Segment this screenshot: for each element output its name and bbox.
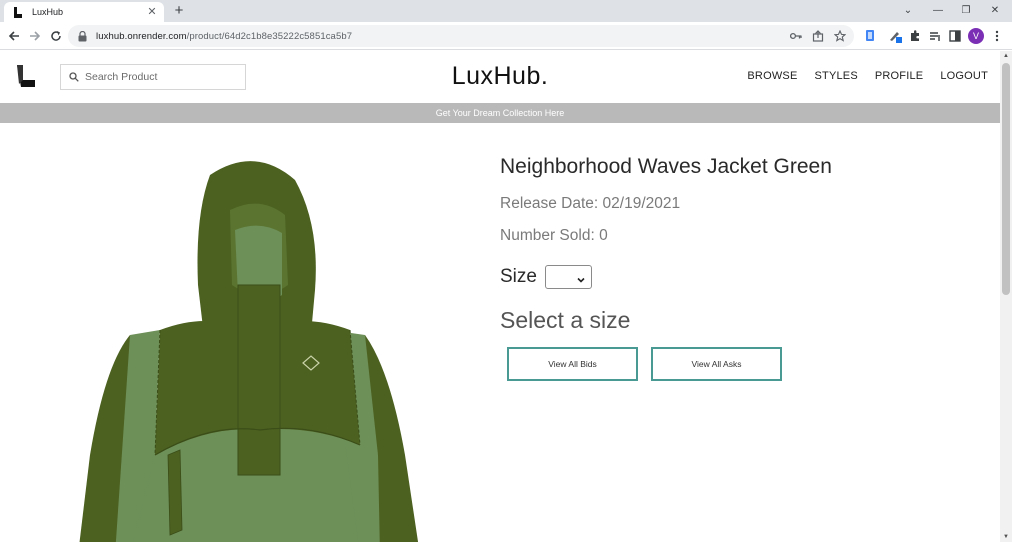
search-icon xyxy=(69,72,79,82)
release-date: Release Date: 02/19/2021 xyxy=(500,195,681,212)
browser-menu-icon[interactable] xyxy=(988,27,1006,45)
number-sold: Number Sold: 0 xyxy=(500,227,608,244)
product-details: Neighborhood Waves Jacket Green Release … xyxy=(500,155,980,381)
view-all-asks-button[interactable]: View All Asks xyxy=(651,347,782,381)
size-row: Size xyxy=(500,265,980,289)
reload-icon[interactable] xyxy=(47,27,65,45)
page-viewport: LuxHub. BROWSE STYLES PROFILE LOGOUT Get… xyxy=(0,51,1000,542)
browser-tab[interactable]: LuxHub ✕ xyxy=(4,2,164,22)
product-title: Neighborhood Waves Jacket Green xyxy=(500,155,832,178)
nav-browse[interactable]: BROWSE xyxy=(747,70,797,82)
scroll-down-arrow-icon[interactable]: ▼ xyxy=(1000,532,1012,542)
search-input[interactable] xyxy=(85,71,245,83)
select-size-prompt: Select a size xyxy=(500,307,631,333)
nav-logout[interactable]: LOGOUT xyxy=(940,70,988,82)
close-window-button[interactable]: ✕ xyxy=(985,2,1005,18)
tab-search-icon[interactable]: ⌄ xyxy=(898,2,918,18)
back-arrow-icon[interactable] xyxy=(5,27,23,45)
page-scrollbar[interactable]: ▲ ▼ xyxy=(1000,51,1012,542)
share-icon[interactable] xyxy=(810,28,826,44)
bookmark-star-icon[interactable] xyxy=(832,28,848,44)
url-path: /product/64d2c1b8e35222c5851ca5b7 xyxy=(186,30,353,42)
promo-banner: Get Your Dream Collection Here xyxy=(0,103,1000,123)
reading-list-icon[interactable] xyxy=(926,27,944,45)
browser-toolbar: luxhub.onrender.com/product/64d2c1b8e352… xyxy=(0,22,1012,50)
extension-icon[interactable] xyxy=(862,27,880,45)
nav-profile[interactable]: PROFILE xyxy=(875,70,923,82)
puzzle-icon[interactable] xyxy=(906,27,924,45)
side-panel-icon[interactable] xyxy=(946,27,964,45)
product-image xyxy=(60,155,450,542)
url-text: luxhub.onrender.com/product/64d2c1b8e352… xyxy=(96,31,788,42)
search-box xyxy=(60,64,246,90)
new-tab-button[interactable]: + xyxy=(170,2,188,20)
nav-styles[interactable]: STYLES xyxy=(814,70,857,82)
forward-arrow-icon[interactable] xyxy=(26,27,44,45)
tab-title: LuxHub xyxy=(32,7,64,17)
main-nav: BROWSE STYLES PROFILE LOGOUT xyxy=(747,70,988,82)
tab-close-icon[interactable]: ✕ xyxy=(144,6,160,18)
minimize-button[interactable]: — xyxy=(928,2,948,18)
scrollbar-thumb[interactable] xyxy=(1002,63,1010,295)
size-select[interactable] xyxy=(544,265,592,289)
chevron-down-icon xyxy=(577,271,585,283)
luxhub-favicon-icon xyxy=(12,6,24,18)
key-icon[interactable] xyxy=(788,28,804,44)
scroll-up-arrow-icon[interactable]: ▲ xyxy=(1000,51,1012,61)
luxhub-logo-icon[interactable] xyxy=(16,65,36,87)
lock-icon xyxy=(78,30,88,42)
site-header: LuxHub. BROWSE STYLES PROFILE LOGOUT xyxy=(0,51,1000,103)
brand-link[interactable]: LuxHub. xyxy=(452,62,549,90)
url-host: luxhub.onrender.com xyxy=(96,30,187,42)
view-all-bids-button[interactable]: View All Bids xyxy=(507,347,638,381)
address-bar[interactable]: luxhub.onrender.com/product/64d2c1b8e352… xyxy=(68,25,854,47)
action-buttons: View All Bids View All Asks xyxy=(507,347,980,381)
pen-extension-icon[interactable] xyxy=(886,27,904,45)
browser-tab-strip: LuxHub ✕ + ⌄ — ❐ ✕ xyxy=(0,0,1012,22)
profile-avatar[interactable]: V xyxy=(968,28,984,44)
restore-button[interactable]: ❐ xyxy=(956,2,976,18)
size-label: Size xyxy=(500,266,537,287)
